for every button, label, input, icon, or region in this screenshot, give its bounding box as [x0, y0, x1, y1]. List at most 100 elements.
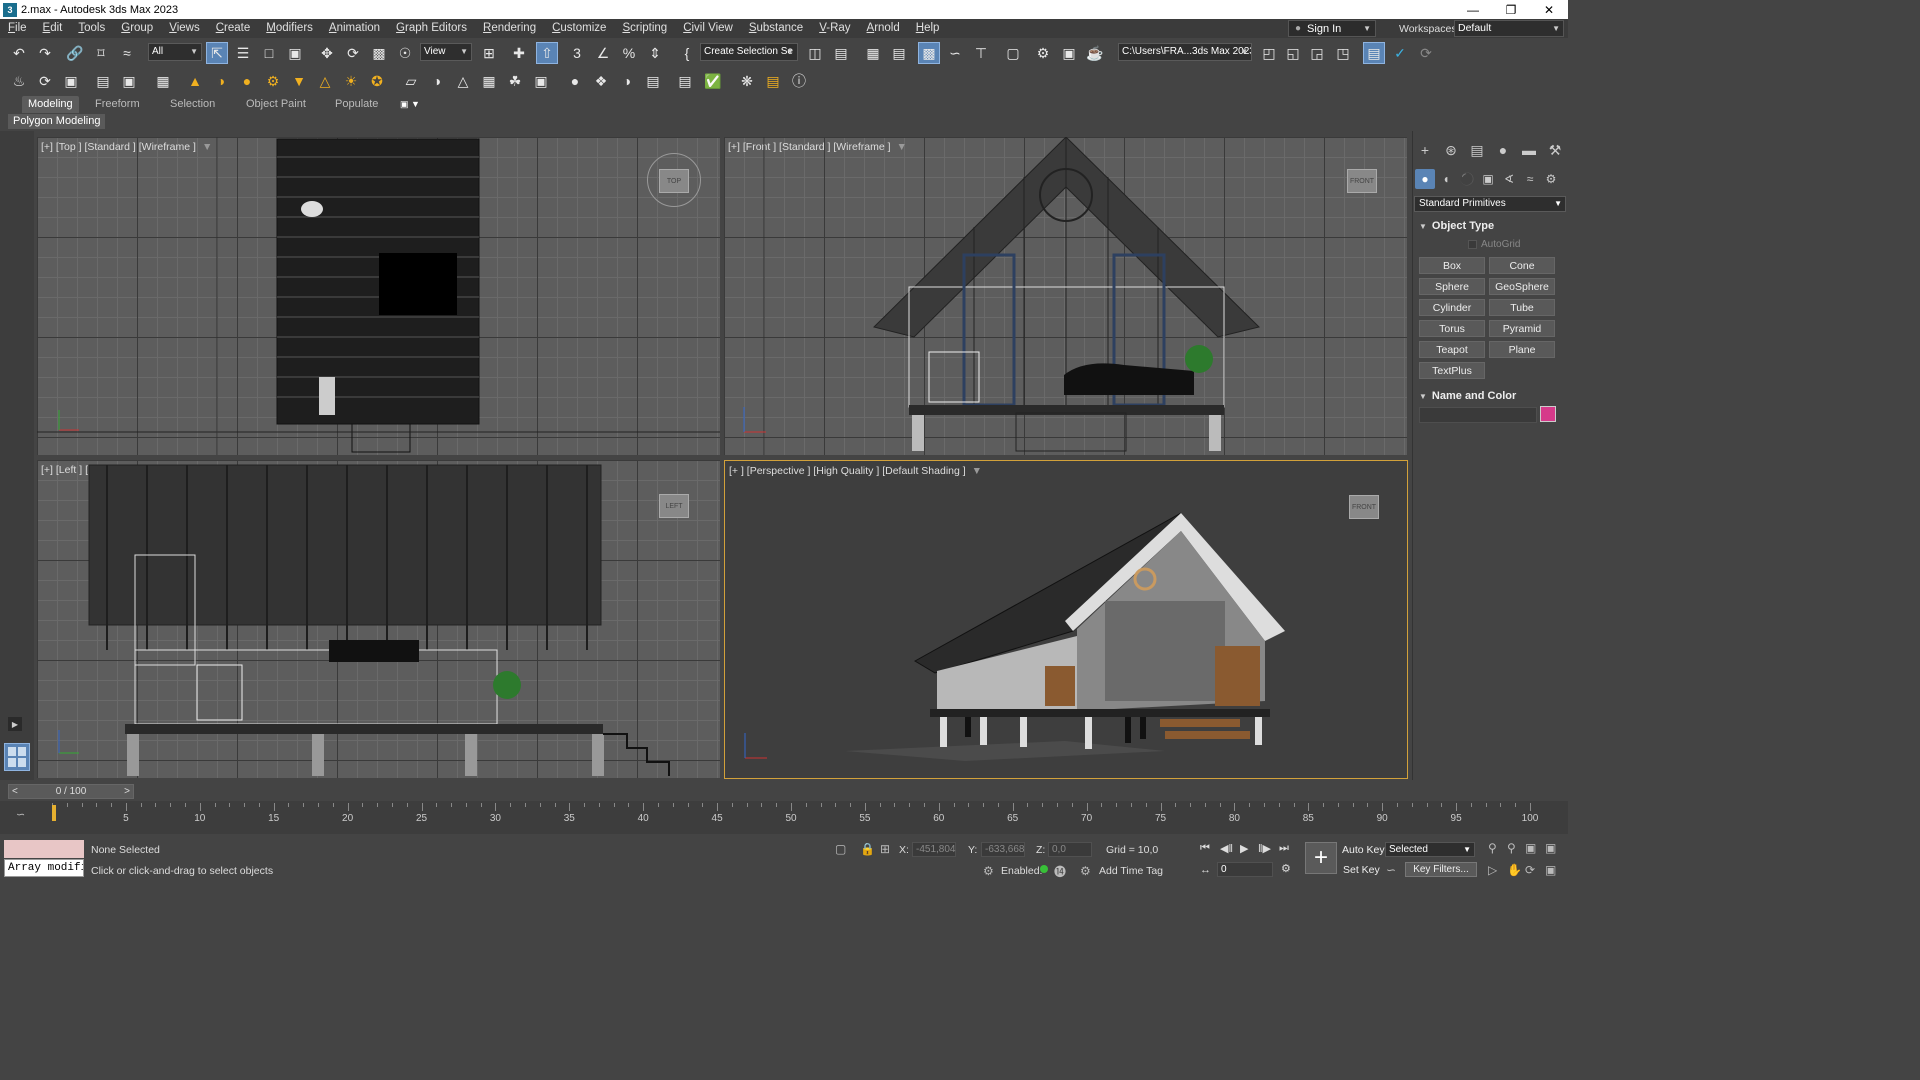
key-mode-select[interactable]: Selected ▼: [1385, 842, 1475, 857]
enabled-indicator[interactable]: [1040, 865, 1048, 873]
project-config-icon[interactable]: ◳: [1332, 42, 1354, 64]
viewport-layout-icon[interactable]: [4, 743, 30, 771]
torus-button[interactable]: Torus: [1419, 320, 1485, 337]
mirror-icon[interactable]: ◫: [804, 42, 826, 64]
align-icon[interactable]: ▤: [830, 42, 852, 64]
link-icon[interactable]: 🔗: [64, 42, 86, 64]
spot-light-icon[interactable]: ▼: [288, 70, 310, 92]
zoom-extents-icon[interactable]: ▣: [1525, 841, 1536, 855]
vray-clipper-icon[interactable]: △: [452, 70, 474, 92]
material-library-icon[interactable]: ❖: [590, 70, 612, 92]
mesh-light-icon[interactable]: ⚙: [262, 70, 284, 92]
place-icon[interactable]: ☉: [394, 42, 416, 64]
percent-snap-icon[interactable]: %: [618, 42, 640, 64]
render-setup-icon[interactable]: ⚙: [1032, 42, 1054, 64]
schematic-view-icon[interactable]: ⊤: [970, 42, 992, 64]
absolute-mode-icon[interactable]: ⊞: [880, 842, 890, 856]
named-selection-select[interactable]: Create Selection Se ▼: [700, 43, 798, 61]
tube-button[interactable]: Tube: [1489, 299, 1555, 316]
utilities-tab-icon[interactable]: ⚒: [1544, 139, 1566, 161]
mini-curve-editor-icon[interactable]: ∽: [16, 808, 25, 821]
key-tangent-icon[interactable]: ∽: [1386, 863, 1396, 877]
menu-create[interactable]: Create: [208, 19, 259, 38]
plane-button[interactable]: Plane: [1489, 341, 1555, 358]
tab-modeling[interactable]: Modeling: [22, 96, 79, 113]
viewcube-icon[interactable]: FRONT: [1347, 169, 1377, 193]
select-by-name-icon[interactable]: ☰: [232, 42, 254, 64]
save-icon[interactable]: ▤: [1363, 42, 1385, 64]
lister-icon[interactable]: ▤: [642, 70, 664, 92]
viewcube-icon[interactable]: LEFT: [659, 494, 689, 518]
viewcube-icon[interactable]: TOP: [659, 169, 689, 193]
ref-coord-select[interactable]: View ▼: [420, 43, 472, 61]
teapot-button[interactable]: Teapot: [1419, 341, 1485, 358]
key-mode-toggle-icon[interactable]: ↔: [1200, 864, 1211, 876]
unlink-icon[interactable]: ⌑: [90, 42, 112, 64]
vray-toolbar-icon[interactable]: ▤: [762, 70, 784, 92]
shapes-icon[interactable]: ◖: [1436, 169, 1456, 189]
close-icon[interactable]: ✕: [1530, 0, 1568, 19]
menu-animation[interactable]: Animation: [321, 19, 388, 38]
frame-buffer-icon[interactable]: ▣: [60, 70, 82, 92]
hierarchy-tab-icon[interactable]: ▤: [1466, 139, 1488, 161]
workspace-select[interactable]: Default ▼: [1454, 20, 1564, 37]
rotate-icon[interactable]: ⟳: [342, 42, 364, 64]
vray-camera-icon[interactable]: ▣: [118, 70, 140, 92]
selection-filter-select[interactable]: All ▼: [148, 43, 202, 61]
viewport-front[interactable]: [+] [Front ] [Standard ] [Wireframe ] ▼ F…: [724, 137, 1407, 455]
create-tab-icon[interactable]: +: [1414, 139, 1436, 161]
cameras-icon[interactable]: ▣: [1478, 169, 1498, 189]
scene-explorer-icon[interactable]: ▦: [862, 42, 884, 64]
cylinder-button[interactable]: Cylinder: [1419, 299, 1485, 316]
sphere-button[interactable]: Sphere: [1419, 278, 1485, 295]
tab-populate[interactable]: Populate: [329, 96, 384, 113]
minimize-icon[interactable]: —: [1454, 0, 1492, 19]
primitive-category-select[interactable]: Standard Primitives ▼: [1414, 196, 1566, 212]
vray-logo-icon[interactable]: ✅: [702, 70, 724, 92]
ribbon-options-icon[interactable]: ▣ ▼: [394, 96, 426, 113]
go-to-start-icon[interactable]: ⏮: [1200, 842, 1210, 855]
bind-space-warp-icon[interactable]: ≈: [116, 42, 138, 64]
next-frame-icon[interactable]: ‖▶: [1258, 842, 1271, 855]
help-icon[interactable]: ⓘ: [788, 70, 810, 92]
select-manipulate-icon[interactable]: ✚: [508, 42, 530, 64]
next-frame-icon[interactable]: >: [124, 786, 130, 797]
scale-icon[interactable]: ▩: [368, 42, 390, 64]
spinner-snap-icon[interactable]: ⇕: [644, 42, 666, 64]
current-frame-field[interactable]: 0: [1217, 862, 1273, 877]
play-icon[interactable]: ▶: [1240, 842, 1248, 855]
sign-in-button[interactable]: ● Sign In ▼: [1288, 20, 1376, 37]
material-override-icon[interactable]: ◑: [616, 70, 638, 92]
viewport-top[interactable]: [+] [Top ] [Standard ] [Wireframe ] ▼ TOP: [37, 137, 720, 455]
systems-icon[interactable]: ⚙: [1541, 169, 1561, 189]
selection-lock-icon[interactable]: 🔒: [860, 842, 875, 856]
maximize-viewport-icon[interactable]: ▣: [1545, 863, 1556, 877]
time-configuration-icon[interactable]: ⚙: [1281, 862, 1291, 875]
menu-substance[interactable]: Substance: [741, 19, 811, 38]
playhead[interactable]: [52, 805, 56, 821]
sun-icon[interactable]: ☀: [340, 70, 362, 92]
menu-scripting[interactable]: Scripting: [614, 19, 675, 38]
material-sphere-icon[interactable]: ●: [564, 70, 586, 92]
tab-object-paint[interactable]: Object Paint: [240, 96, 312, 113]
auto-key-button[interactable]: Auto Key: [1342, 844, 1385, 856]
project-settings-icon[interactable]: ◲: [1306, 42, 1328, 64]
name-color-rollout[interactable]: ▼ Name and Color: [1419, 390, 1516, 402]
zoom-extents-all-icon[interactable]: ▣: [1545, 841, 1556, 855]
set-key-button[interactable]: Set Key: [1343, 864, 1380, 876]
expand-arrow-icon[interactable]: ▶: [8, 717, 22, 731]
layer-explorer-icon[interactable]: ▤: [888, 42, 910, 64]
previous-frame-icon[interactable]: ◀‖: [1220, 842, 1233, 855]
autogrid-checkbox[interactable]: AutoGrid: [1468, 239, 1520, 250]
window-crossing-icon[interactable]: ▣: [284, 42, 306, 64]
curve-editor-icon[interactable]: ∽: [944, 42, 966, 64]
tab-selection[interactable]: Selection: [164, 96, 221, 113]
menu-rendering[interactable]: Rendering: [475, 19, 544, 38]
tab-freeform[interactable]: Freeform: [89, 96, 146, 113]
geosphere-button[interactable]: GeoSphere: [1489, 278, 1555, 295]
vray-proxy-icon[interactable]: ▦: [152, 70, 174, 92]
time-slider[interactable]: < 0 / 100 >: [8, 784, 134, 799]
set-keys-icon[interactable]: +: [1305, 842, 1337, 874]
key-filters-button[interactable]: Key Filters...: [1405, 862, 1477, 877]
add-time-tag[interactable]: Add Time Tag: [1099, 865, 1163, 877]
